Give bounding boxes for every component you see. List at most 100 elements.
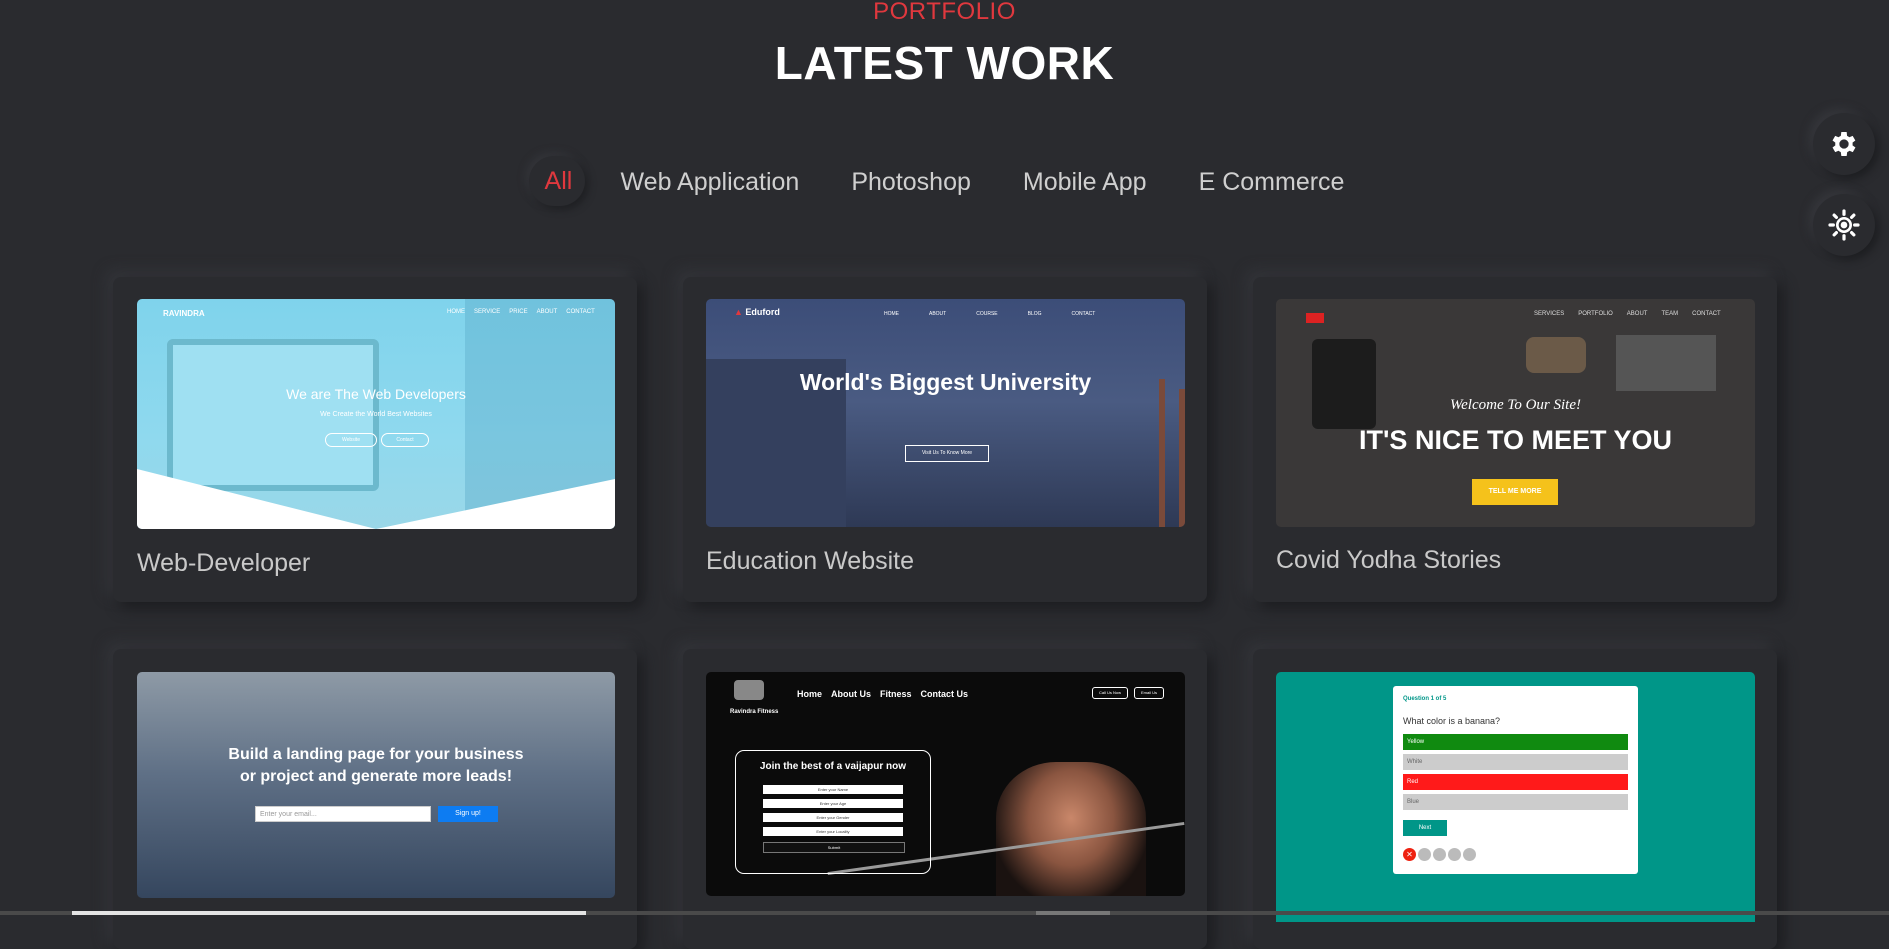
thumb-nav-item: ABOUT — [1626, 311, 1648, 317]
thumb-nav: Home About Us Fitness Contact Us — [797, 689, 968, 699]
quiz-option: Red — [1403, 774, 1628, 790]
project-card-covid-yodha[interactable]: SERVICES PORTFOLIO ABOUT TEAM CONTACT Welcom… — [1253, 277, 1777, 602]
project-card-quiz[interactable]: Question 1 of 5 What color is a banana? … — [1253, 649, 1777, 949]
theme-toggle-button[interactable] — [1813, 194, 1875, 256]
thumb-nav-item: ABOUT — [536, 309, 558, 315]
notebook-illustration — [1616, 335, 1716, 391]
filter-mobile-app[interactable]: Mobile App — [1007, 160, 1163, 218]
project-thumbnail[interactable]: SERVICES PORTFOLIO ABOUT TEAM CONTACT Welcom… — [1276, 299, 1755, 527]
thumb-button: Email Us — [1134, 687, 1164, 699]
thumb-headline: IT'S NICE TO MEET YOU — [1359, 425, 1672, 455]
project-card-landing-page[interactable]: Build a landing page for your business o… — [113, 649, 637, 949]
project-thumbnail[interactable]: Build a landing page for your business o… — [137, 672, 615, 898]
thumb-email-input: Enter your email... — [255, 806, 431, 822]
thumb-nav: HOME ABOUT COURSE BLOG CONTACT — [884, 311, 1095, 317]
thumb-brand: Ravindra Fitness — [730, 709, 779, 715]
quiz-counter: Question 1 of 5 — [1403, 696, 1447, 702]
filter-web-application[interactable]: Web Application — [605, 160, 816, 218]
project-card-web-developer[interactable]: RAVINDRA HOME SERVICE PRICE ABOUT CONTACT We… — [113, 277, 637, 602]
thumb-nav-item: HOME — [884, 311, 899, 317]
project-card-fitness[interactable]: Ravindra Fitness Home About Us Fitness Cont… — [683, 649, 1207, 949]
filter-all[interactable]: All — [529, 156, 585, 206]
thumb-button: Contact — [381, 433, 429, 447]
thumb-nav-item: SERVICES — [1534, 311, 1565, 317]
horizontal-scrollbar-thumb-2[interactable] — [1036, 911, 1110, 915]
thumb-nav-item: Home — [797, 689, 823, 699]
progress-dot — [1463, 848, 1476, 861]
thumb-form-field: Enter your Gender — [763, 813, 903, 822]
thumb-form: Join the best of a vaijapur now Enter yo… — [735, 750, 931, 874]
thumb-headline: Build a landing page for your business — [228, 746, 524, 763]
project-thumbnail[interactable]: RAVINDRA HOME SERVICE PRICE ABOUT CONTACT We… — [137, 299, 615, 529]
filter-bar: All Web Application Photoshop Mobile App… — [0, 160, 1889, 218]
sun-icon — [1828, 209, 1860, 241]
project-card-education[interactable]: ▲ Eduford HOME ABOUT COURSE BLOG CONTACT Wor… — [683, 277, 1207, 602]
project-thumbnail[interactable]: Ravindra Fitness Home About Us Fitness Cont… — [706, 672, 1185, 896]
thumb-nav-item: ABOUT — [929, 311, 947, 317]
thumb-nav-item: Contact Us — [920, 689, 969, 699]
progress-dot — [1418, 848, 1431, 861]
bowtie-illustration — [1526, 337, 1586, 373]
thumb-headline: We are The Web Developers — [286, 386, 466, 402]
thumb-headline: World's Biggest University — [799, 369, 1092, 395]
page-title: LATEST WORK — [774, 37, 1115, 89]
towers-illustration — [1159, 379, 1165, 527]
thumb-nav-item: BLOG — [1027, 311, 1042, 317]
thumb-subtitle: We Create the World Best Websites — [320, 411, 432, 418]
thumb-form-title: Join the best of a vaijapur now — [759, 761, 907, 772]
logo-badge — [1306, 313, 1324, 323]
thumb-nav-item: TEAM — [1661, 311, 1679, 317]
thumb-nav-item: CONTACT — [1071, 311, 1096, 317]
thumb-nav-item: Fitness — [880, 689, 912, 699]
project-thumbnail[interactable]: Question 1 of 5 What color is a banana? … — [1276, 672, 1755, 922]
thumb-form-field: Enter your Locality — [763, 827, 903, 836]
thumb-form-field: Enter your Age — [763, 799, 903, 808]
project-title: Covid Yodha Stories — [1276, 546, 1502, 574]
gear-icon — [1832, 132, 1856, 156]
project-thumbnail[interactable]: ▲ Eduford HOME ABOUT COURSE BLOG CONTACT Wor… — [706, 299, 1185, 527]
thumb-nav-item: About Us — [831, 689, 872, 699]
wrong-icon: ✕ — [1403, 848, 1416, 861]
thumb-brand: ▲ Eduford — [734, 307, 780, 317]
settings-button[interactable] — [1813, 113, 1875, 175]
thumb-nav-item: COURSE — [976, 311, 998, 317]
progress-dot — [1433, 848, 1446, 861]
thumb-brand-text: Eduford — [745, 307, 780, 317]
wallet-illustration — [1312, 339, 1376, 429]
athlete-illustration — [996, 762, 1146, 896]
thumb-nav: HOME SERVICE PRICE ABOUT CONTACT — [447, 309, 595, 315]
thumb-welcome: Welcome To Our Site! — [1450, 397, 1581, 413]
thumb-nav-item: CONTACT — [1692, 311, 1721, 317]
thumb-nav-item: HOME — [447, 309, 465, 315]
filter-e-commerce[interactable]: E Commerce — [1183, 160, 1361, 218]
quiz-option: Yellow — [1403, 734, 1628, 750]
quiz-option: Blue — [1403, 794, 1628, 810]
quiz-question: What color is a banana? — [1403, 716, 1501, 726]
thumb-nav-item: CONTACT — [566, 309, 595, 315]
thumb-brand: RAVINDRA — [163, 309, 205, 318]
thumb-nav-item: PRICE — [509, 309, 528, 315]
thumb-button: Call Us Now — [1092, 687, 1128, 699]
horizontal-scrollbar-thumb[interactable] — [72, 911, 586, 915]
logo-image — [734, 680, 764, 700]
section-eyebrow: PORTFOLIO — [873, 0, 1016, 25]
cap-icon: ▲ — [734, 307, 746, 317]
thumb-headline-2: or project and generate more leads! — [239, 768, 513, 785]
project-title: Education Website — [706, 547, 914, 575]
quiz-option: White — [1403, 754, 1628, 770]
thumb-button: Website — [325, 433, 377, 447]
quiz-card: Question 1 of 5 What color is a banana? … — [1393, 686, 1638, 874]
thumb-button: TELL ME MORE — [1472, 479, 1558, 505]
thumb-nav: SERVICES PORTFOLIO ABOUT TEAM CONTACT — [1534, 311, 1721, 317]
quiz-progress: ✕ — [1403, 848, 1476, 861]
thumb-button: Visit Us To Know More — [905, 445, 989, 462]
thumb-nav-item: SERVICE — [474, 309, 501, 315]
filter-photoshop[interactable]: Photoshop — [835, 160, 987, 218]
wave-shape — [137, 469, 615, 529]
thumb-form-field: Enter your Name — [763, 785, 903, 794]
project-title: Web-Developer — [137, 549, 311, 577]
thumb-submit: Submit — [763, 842, 905, 853]
progress-dot — [1448, 848, 1461, 861]
thumb-button: Sign up! — [438, 806, 498, 822]
thumb-nav-item: PORTFOLIO — [1578, 311, 1613, 317]
